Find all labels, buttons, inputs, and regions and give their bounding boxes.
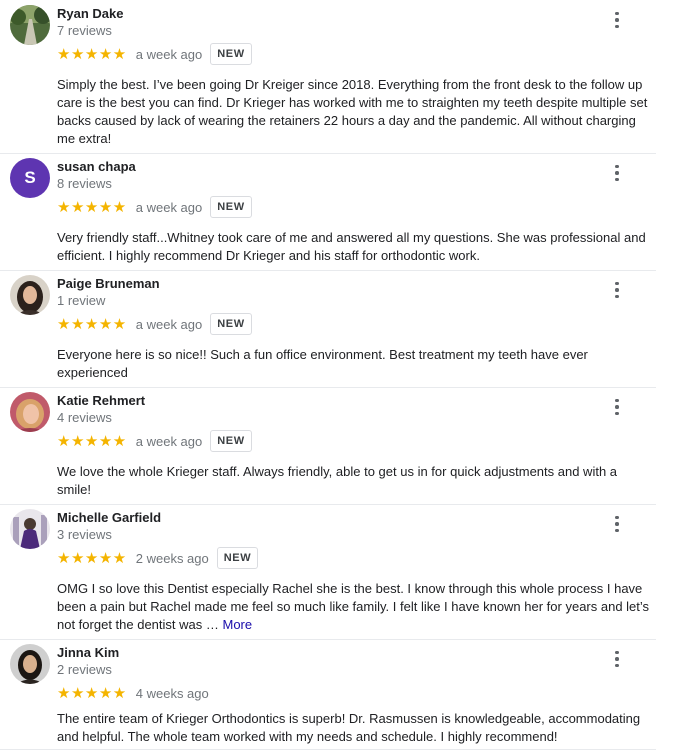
more-vert-icon[interactable] (607, 10, 627, 30)
review-item: Ryan Dake 7 reviews ★★★★★ a week ago NEW… (0, 0, 656, 154)
review-text-body: The entire team of Krieger Orthodontics … (57, 711, 641, 744)
more-vert-icon[interactable] (607, 280, 627, 300)
avatar[interactable] (10, 509, 50, 549)
review-count: 8 reviews (57, 176, 112, 191)
avatar[interactable] (10, 392, 50, 432)
review-text: OMG I so love this Dentist especially Ra… (57, 580, 652, 634)
star-rating: ★★★★★ (57, 549, 127, 567)
reviewer-name[interactable]: Paige Bruneman (57, 276, 160, 291)
avatar[interactable] (10, 5, 50, 45)
review-item: Jinna Kim 2 reviews ★★★★★ 4 weeks ago Th… (0, 639, 656, 750)
review-count: 4 reviews (57, 410, 112, 425)
review-item: Katie Rehmert 4 reviews ★★★★★ a week ago… (0, 387, 656, 505)
star-rating: ★★★★★ (57, 432, 127, 450)
review-count: 1 review (57, 293, 106, 308)
more-vert-icon[interactable] (607, 649, 627, 669)
reviewer-name[interactable]: Michelle Garfield (57, 510, 161, 525)
new-badge: NEW (210, 313, 252, 335)
review-text-body: We love the whole Krieger staff. Always … (57, 464, 618, 497)
reviewer-name[interactable]: Katie Rehmert (57, 393, 145, 408)
review-text: Everyone here is so nice!! Such a fun of… (57, 346, 652, 382)
review-text-body: Very friendly staff...Whitney took care … (57, 230, 646, 263)
star-rating: ★★★★★ (57, 684, 127, 702)
review-date: a week ago (135, 199, 203, 215)
star-rating: ★★★★★ (57, 198, 127, 216)
avatar[interactable]: S (10, 158, 50, 198)
star-rating: ★★★★★ (57, 315, 127, 333)
review-count: 7 reviews (57, 23, 112, 38)
review-item: Paige Bruneman 1 review ★★★★★ a week ago… (0, 270, 656, 388)
new-badge: NEW (216, 547, 259, 569)
reviewer-name[interactable]: Jinna Kim (57, 645, 119, 660)
review-item: S susan chapa 8 reviews ★★★★★ a week ago… (0, 153, 656, 271)
review-date: a week ago (135, 46, 203, 62)
review-text: The entire team of Krieger Orthodontics … (57, 710, 652, 746)
more-vert-icon[interactable] (607, 514, 627, 534)
more-vert-icon[interactable] (607, 397, 627, 417)
reviewer-name[interactable]: susan chapa (57, 159, 136, 174)
review-date: a week ago (135, 316, 203, 332)
new-badge: NEW (210, 196, 252, 218)
more-link[interactable]: More (222, 617, 252, 632)
review-text: Simply the best. I’ve been going Dr Krei… (57, 76, 652, 148)
review-text: Very friendly staff...Whitney took care … (57, 229, 652, 265)
more-vert-icon[interactable] (607, 163, 627, 183)
review-text-body: Everyone here is so nice!! Such a fun of… (57, 347, 588, 380)
review-count: 2 reviews (57, 662, 112, 677)
avatar[interactable] (10, 644, 50, 684)
review-date: a week ago (135, 433, 203, 449)
reviewer-name[interactable]: Ryan Dake (57, 6, 123, 21)
star-rating: ★★★★★ (57, 45, 127, 63)
new-badge: NEW (210, 430, 252, 452)
avatar[interactable] (10, 275, 50, 315)
review-text-body: OMG I so love this Dentist especially Ra… (57, 581, 650, 632)
review-date: 4 weeks ago (135, 685, 209, 701)
new-badge: NEW (210, 43, 252, 65)
review-date: 2 weeks ago (135, 550, 209, 566)
review-count: 3 reviews (57, 527, 112, 542)
review-text: We love the whole Krieger staff. Always … (57, 463, 652, 499)
review-item: Michelle Garfield 3 reviews ★★★★★ 2 week… (0, 504, 656, 640)
review-text-body: Simply the best. I’ve been going Dr Krei… (57, 77, 648, 146)
